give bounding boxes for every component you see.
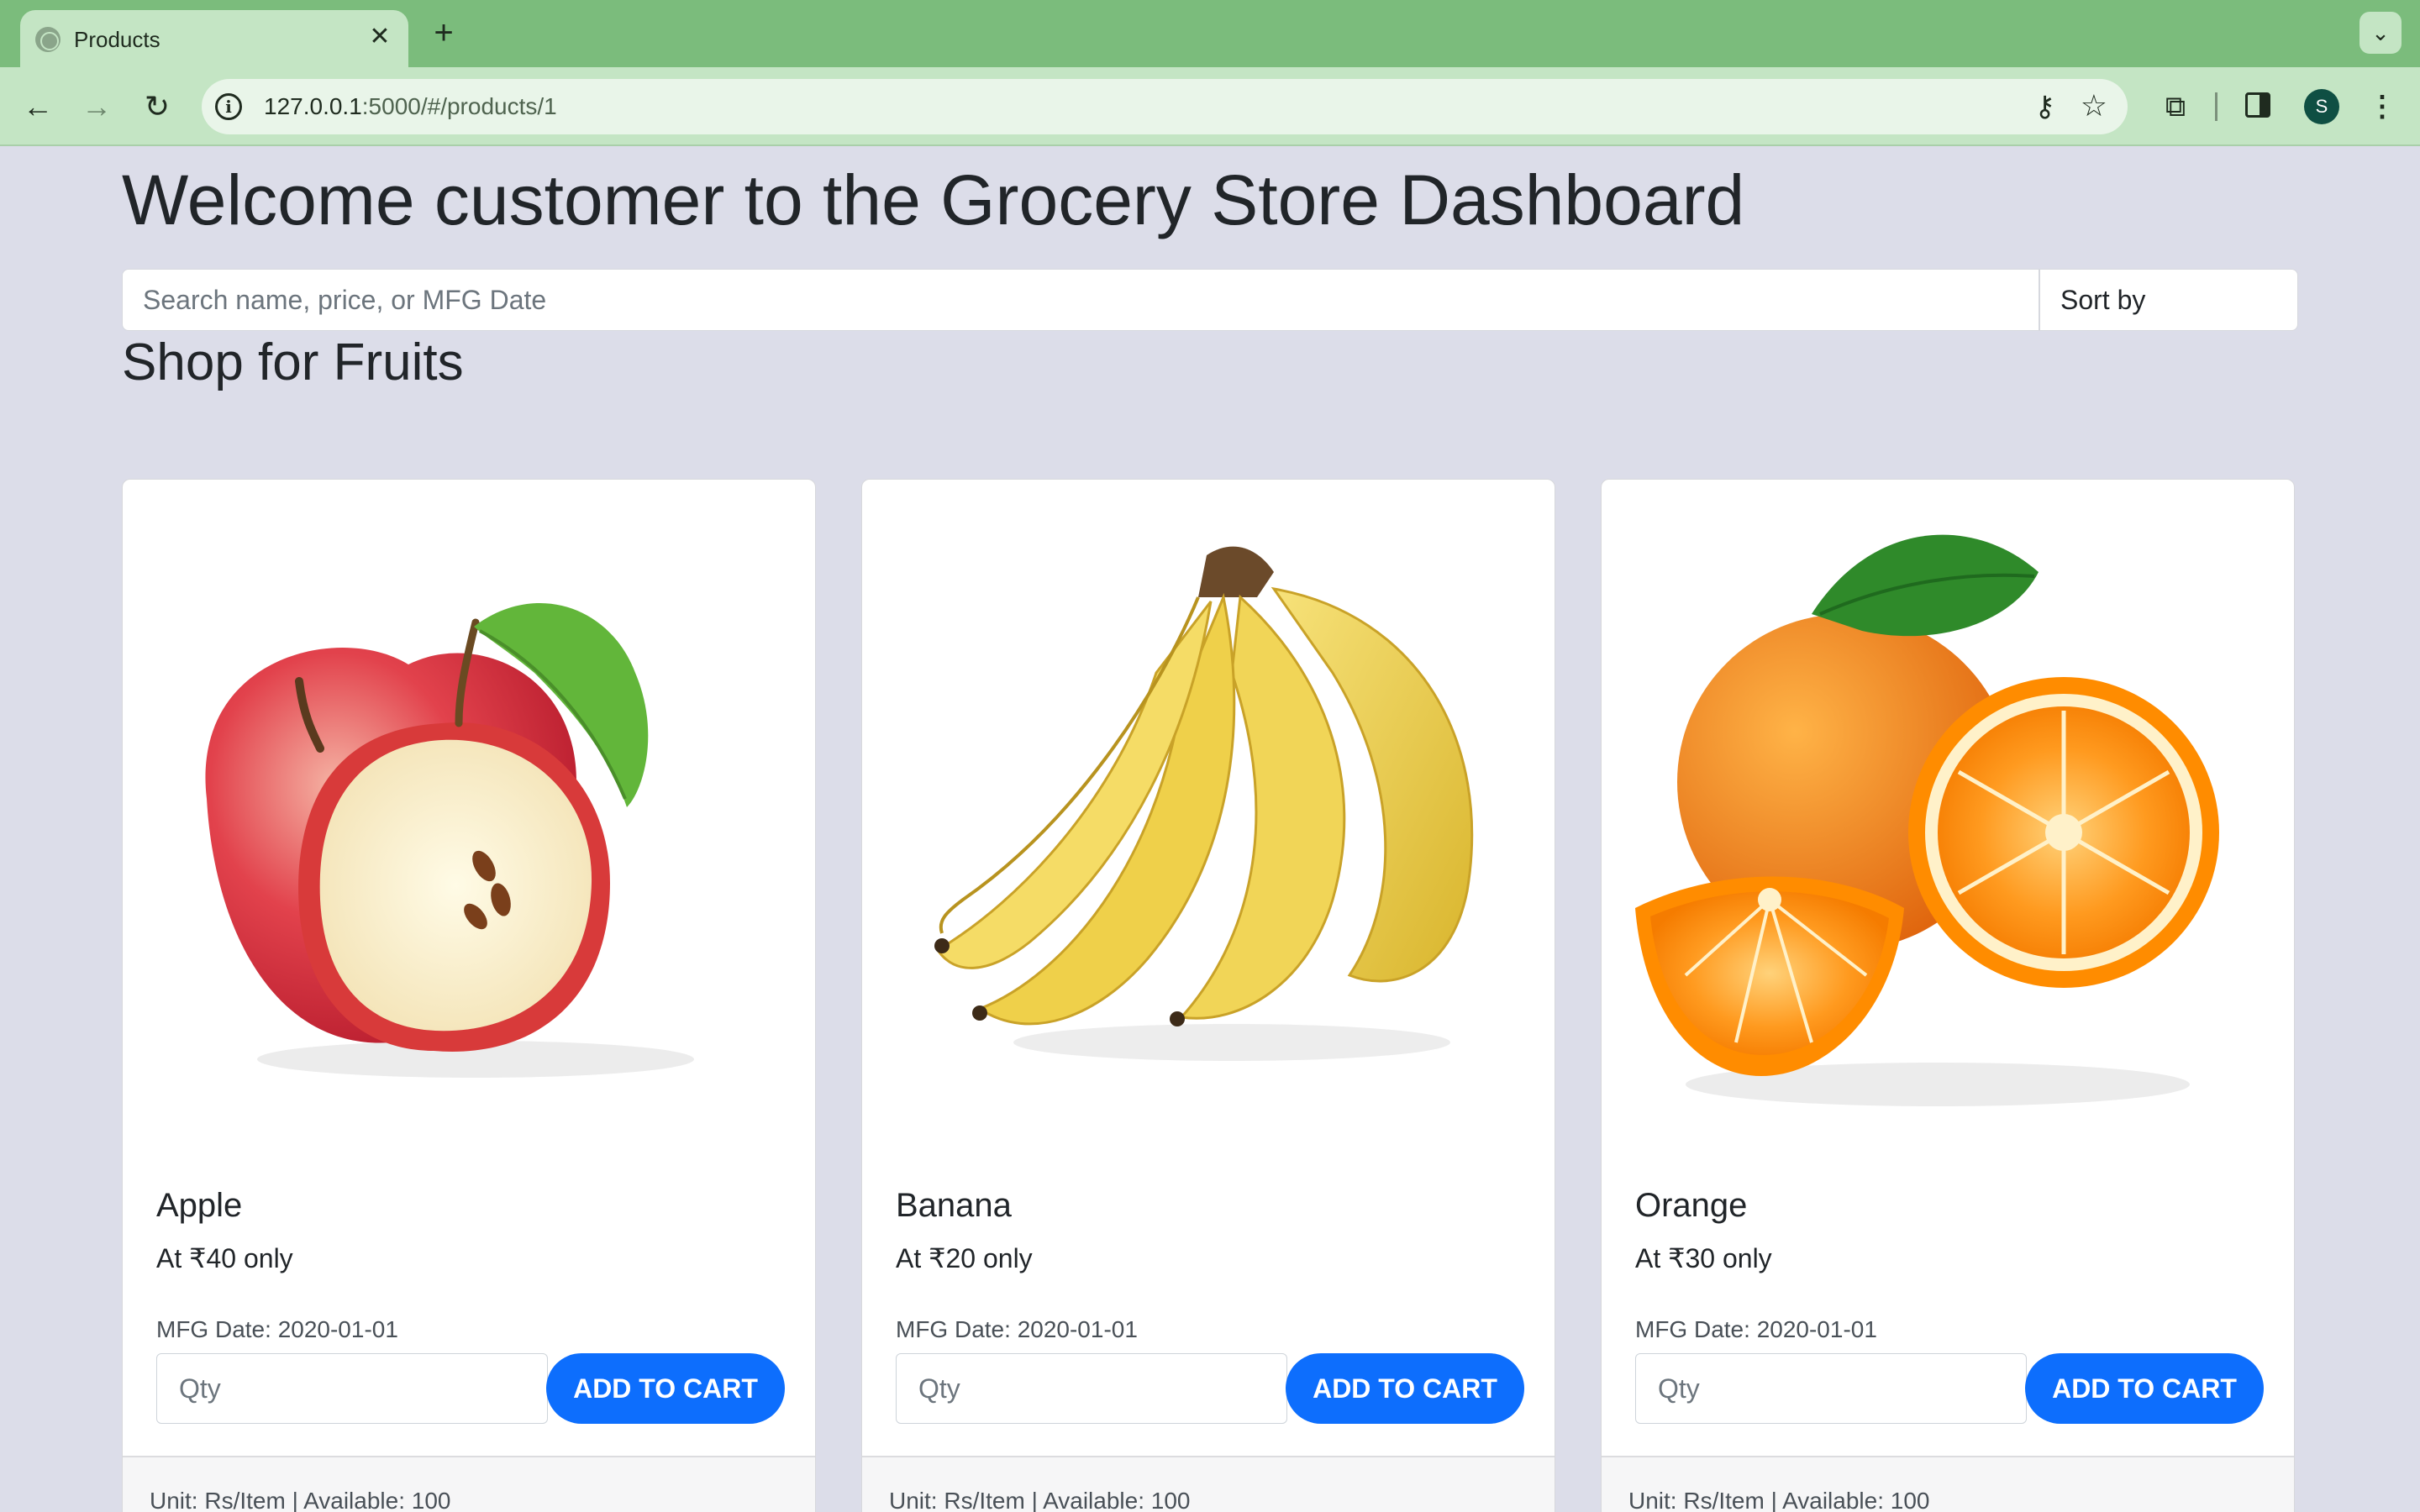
browser-toolbar: ← → ↻ i 127.0.0.1:5000/#/products/1 ⚷ ☆ … [0, 67, 2420, 146]
browser-tab-products[interactable]: Products ✕ [20, 10, 408, 67]
product-price: At ₹30 only [1635, 1243, 1772, 1273]
tab-title: Products [74, 27, 160, 52]
toolbar-divider [2215, 92, 2217, 121]
product-availability: Unit: Rs/Item | Available: 100 [889, 1488, 1191, 1512]
product-availability: Unit: Rs/Item | Available: 100 [150, 1488, 451, 1512]
card-footer: Unit: Rs/Item | Available: 100 [862, 1456, 1555, 1512]
new-tab-icon[interactable]: + [427, 16, 460, 50]
back-icon[interactable]: ← [17, 86, 59, 128]
quantity-input[interactable] [1635, 1353, 2027, 1424]
tab-search-chevron-icon[interactable]: ⌄ [2360, 12, 2402, 54]
product-mfg-date: MFG Date: 2020-01-01 [1635, 1316, 1877, 1342]
quantity-input[interactable] [156, 1353, 548, 1424]
add-to-cart-button[interactable]: ADD TO CART [1286, 1353, 1524, 1424]
apple-image [205, 602, 694, 1078]
product-availability: Unit: Rs/Item | Available: 100 [1628, 1488, 1930, 1512]
search-input[interactable] [122, 269, 2039, 331]
quantity-input[interactable] [896, 1353, 1287, 1424]
product-card-banana: Banana At ₹20 only MFG Date: 2020-01-01 … [861, 479, 1555, 1512]
section-title: Shop for Fruits [122, 333, 464, 391]
card-footer: Unit: Rs/Item | Available: 100 [123, 1456, 815, 1512]
password-key-icon[interactable]: ⚷ [2034, 91, 2055, 123]
product-mfg-date: MFG Date: 2020-01-01 [896, 1316, 1138, 1342]
address-bar[interactable]: i 127.0.0.1:5000/#/products/1 ⚷ ☆ [202, 79, 2128, 134]
product-name: Apple [156, 1187, 243, 1224]
globe-icon [35, 27, 60, 52]
orange-image [1635, 534, 2219, 1106]
card-footer: Unit: Rs/Item | Available: 100 [1602, 1456, 2294, 1512]
product-price: At ₹20 only [896, 1243, 1033, 1273]
product-name: Banana [896, 1187, 1012, 1224]
search-bar: Sort by [122, 269, 2298, 331]
bookmark-star-icon[interactable]: ☆ [2081, 89, 2107, 123]
product-name: Orange [1635, 1187, 1748, 1224]
extensions-icon[interactable]: ⧉ [2156, 87, 2195, 126]
product-card-orange: Orange At ₹30 only MFG Date: 2020-01-01 … [1601, 479, 2295, 1512]
site-info-icon[interactable]: i [215, 93, 242, 120]
sort-select[interactable]: Sort by [2039, 269, 2298, 331]
forward-icon[interactable]: → [76, 86, 118, 128]
page-title: Welcome customer to the Grocery Store Da… [122, 160, 1745, 239]
add-to-cart-button[interactable]: ADD TO CART [2025, 1353, 2264, 1424]
url-path: :5000/#/products/1 [361, 93, 557, 119]
banana-image [934, 546, 1474, 1061]
product-mfg-date: MFG Date: 2020-01-01 [156, 1316, 398, 1342]
product-price: At ₹40 only [156, 1243, 293, 1273]
reload-icon[interactable]: ↻ [136, 86, 178, 128]
add-to-cart-button[interactable]: ADD TO CART [546, 1353, 785, 1424]
url-host: 127.0.0.1 [264, 93, 362, 119]
browser-tabstrip: Products ✕ + ⌄ [0, 0, 2420, 67]
close-tab-icon[interactable]: ✕ [365, 22, 395, 52]
url-text[interactable]: 127.0.0.1:5000/#/products/1 [264, 93, 557, 120]
product-card-apple: Apple At ₹40 only MFG Date: 2020-01-01 A… [122, 479, 816, 1512]
profile-avatar[interactable]: S [2304, 89, 2339, 124]
side-panel-icon[interactable] [2245, 92, 2270, 118]
kebab-menu-icon[interactable]: ⋮ [2368, 87, 2396, 126]
